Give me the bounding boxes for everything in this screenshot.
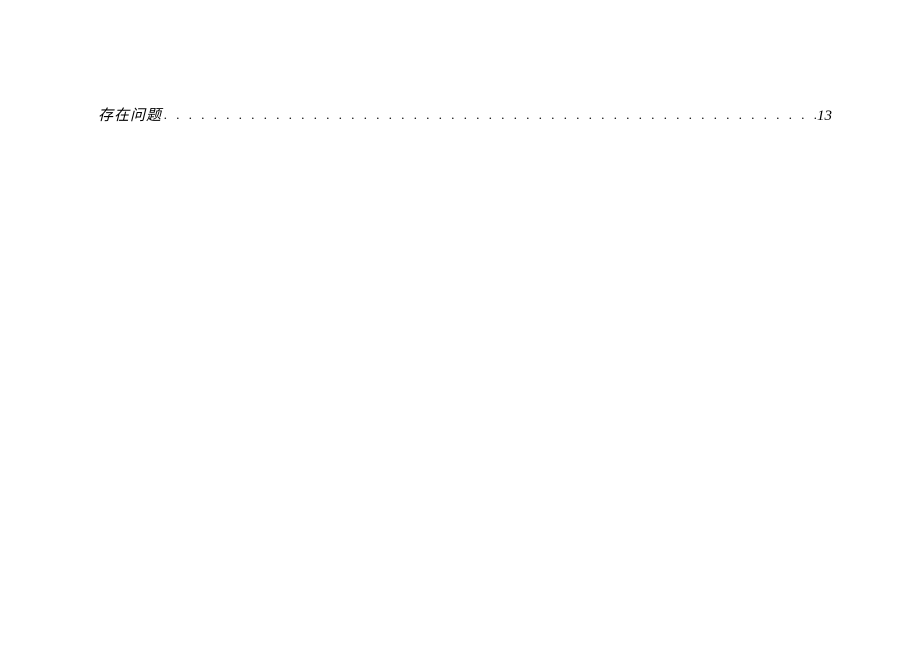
toc-entry-title: 存在问题 bbox=[98, 104, 162, 125]
toc-entry-page-number: 13 bbox=[817, 108, 832, 125]
toc-entry: 存在问题 . . . . . . . . . . . . . . . . . .… bbox=[98, 104, 832, 125]
toc-leader-dots: . . . . . . . . . . . . . . . . . . . . … bbox=[162, 107, 817, 123]
